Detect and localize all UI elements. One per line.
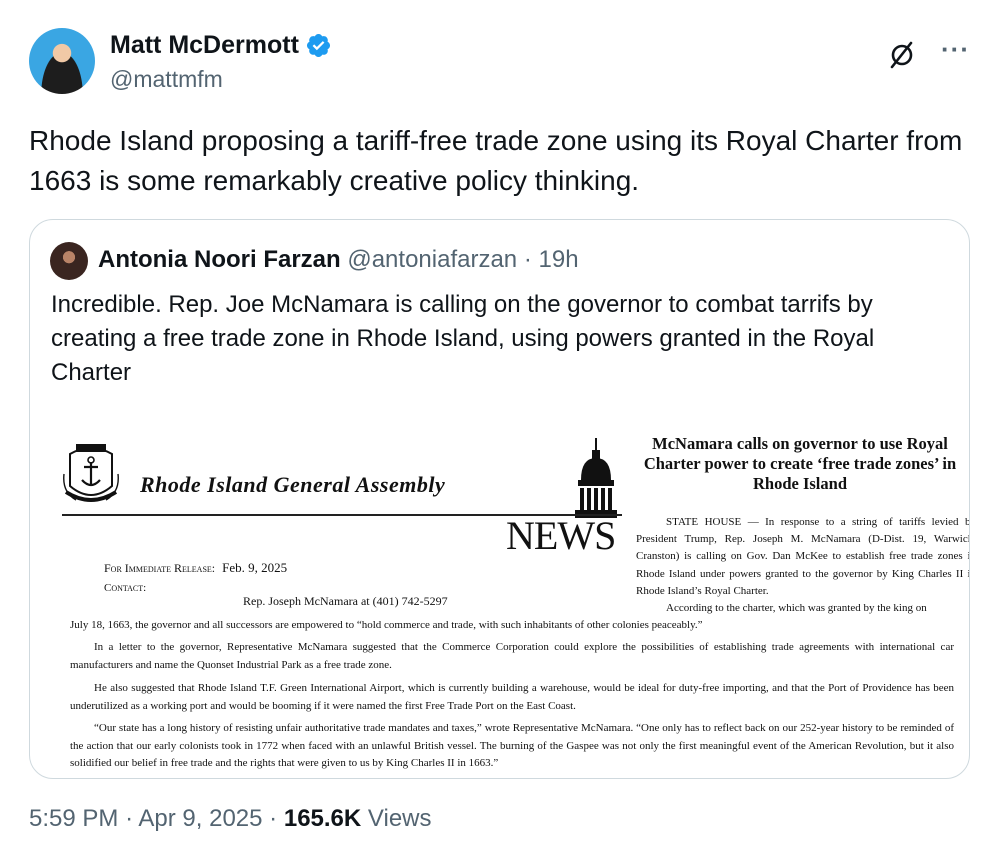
quote-author-avatar: [50, 242, 88, 280]
press-paragraph-4: “Our state has a long history of resisti…: [70, 722, 954, 769]
press-paragraph-charter: According to the charter, which was gran…: [666, 602, 927, 615]
quote-author-name: Antonia Noori Farzan: [98, 246, 341, 273]
assembly-title: Rhode Island General Assembly: [140, 472, 446, 497]
quote-separator: ·: [523, 246, 532, 273]
quote-time: 19h: [538, 246, 579, 273]
author-avatar[interactable]: [29, 28, 95, 94]
quote-header: Antonia Noori Farzan @antoniafarzan · 19…: [98, 246, 579, 274]
contact-value: Rep. Joseph McNamara at (401) 742-5297: [243, 594, 448, 608]
views-label: Views: [367, 805, 432, 832]
contact-label: Contact:: [104, 582, 147, 594]
tweet-date[interactable]: Apr 9, 2025: [138, 805, 262, 832]
press-headline: McNamara calls on governor to use Royal …: [643, 434, 957, 493]
meta-separator: ·: [125, 805, 134, 832]
tweet-meta: 5:59 PM · Apr 9, 2025 · 165.6K Views: [29, 805, 432, 833]
meta-separator: ·: [269, 805, 278, 832]
more-icon[interactable]: ···: [941, 34, 970, 65]
verified-badge-icon: [306, 33, 330, 58]
quote-author-handle: @antoniafarzan: [347, 246, 518, 273]
press-paragraph-1: July 18, 1663, the governor and all succ…: [70, 619, 703, 631]
press-paragraph-2: In a letter to the governor, Representat…: [70, 641, 954, 671]
author-handle[interactable]: @mattmfm: [110, 66, 223, 93]
author-name-row[interactable]: Matt McDermott: [110, 31, 332, 60]
press-paragraph-lede: STATE HOUSE — In response to a string of…: [636, 516, 970, 597]
quoted-tweet[interactable]: Antonia Noori Farzan @antoniafarzan · 19…: [29, 219, 970, 779]
press-right-column: STATE HOUSE — In response to a string of…: [636, 514, 970, 617]
author-name[interactable]: Matt McDermott: [110, 31, 299, 60]
tweet-time[interactable]: 5:59 PM: [29, 805, 118, 832]
quote-text: Incredible. Rep. Joe McNamara is calling…: [51, 291, 875, 386]
tweet-header: Matt McDermott @mattmfm ···: [29, 28, 974, 98]
grok-icon[interactable]: [887, 40, 917, 70]
release-date: Feb. 9, 2025: [222, 560, 288, 575]
anchor-seal-icon: [63, 444, 119, 502]
views-count[interactable]: 165.6K: [284, 805, 361, 832]
press-release-image[interactable]: Rhode Island General Assembly NEWS McNam…: [60, 430, 969, 770]
state-house-dome-icon: [575, 438, 617, 518]
release-label: For Immediate Release:: [104, 561, 216, 575]
news-label: NEWS: [506, 513, 616, 558]
press-paragraph-3: He also suggested that Rhode Island T.F.…: [70, 682, 954, 712]
tweet-text: Rhode Island proposing a tariff-free tra…: [29, 125, 963, 196]
release-line: For Immediate Release: Feb. 9, 2025: [104, 560, 287, 576]
